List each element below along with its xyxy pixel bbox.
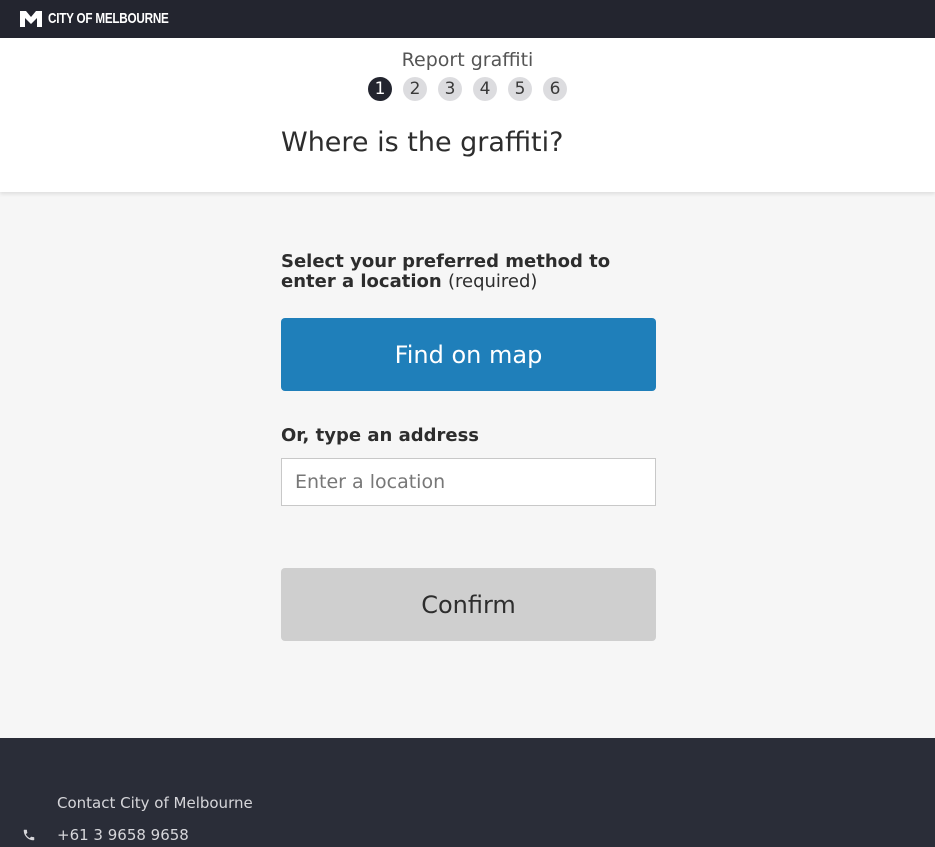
step-3[interactable]: 3 (438, 77, 462, 101)
location-form: Select your preferred method to enter a … (281, 252, 656, 641)
footer: Contact City of Melbourne +61 3 9658 965… (0, 738, 935, 847)
brand-logo-link[interactable]: CITY OF MELBOURNE (20, 10, 203, 28)
form-header: Report graffiti 1 2 3 4 5 6 Where is the… (0, 38, 935, 192)
phone-number-link[interactable]: +61 3 9658 9658 (57, 826, 189, 844)
address-input[interactable] (281, 458, 656, 506)
address-label: Or, type an address (281, 425, 479, 446)
method-label-text: Select your preferred method to enter a … (281, 251, 611, 292)
form-title: Report graffiti (401, 49, 534, 71)
required-note: (required) (447, 271, 538, 292)
top-bar: CITY OF MELBOURNE (0, 0, 935, 38)
brand-name: CITY OF MELBOURNE (48, 10, 169, 27)
step-5[interactable]: 5 (508, 77, 532, 101)
step-2[interactable]: 2 (403, 77, 427, 101)
melbourne-m-logo-icon (20, 11, 42, 27)
method-label: Select your preferred method to enter a … (281, 252, 656, 292)
step-indicator: 1 2 3 4 5 6 (368, 77, 578, 101)
phone-icon (23, 829, 35, 841)
contact-heading: Contact City of Melbourne (57, 794, 253, 812)
confirm-button[interactable]: Confirm (281, 568, 656, 641)
page-question: Where is the graffiti? (281, 127, 564, 158)
step-4[interactable]: 4 (473, 77, 497, 101)
step-6[interactable]: 6 (543, 77, 567, 101)
find-on-map-button[interactable]: Find on map (281, 318, 656, 391)
step-1[interactable]: 1 (368, 77, 392, 101)
